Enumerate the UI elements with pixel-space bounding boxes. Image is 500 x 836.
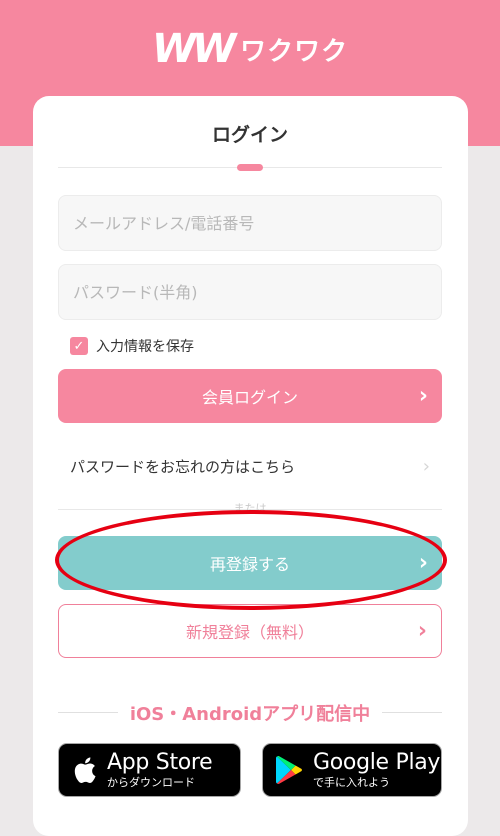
app-store-title: App Store xyxy=(107,750,213,775)
app-download-heading: iOS・Androidアプリ配信中 xyxy=(0,700,500,726)
title-accent-bar xyxy=(237,164,263,171)
check-icon: ✓ xyxy=(73,338,85,354)
app-heading-text: iOS・Androidアプリ配信中 xyxy=(129,704,371,725)
google-play-icon xyxy=(275,755,303,785)
email-field[interactable] xyxy=(58,195,442,251)
login-button[interactable]: 会員ログイン › xyxy=(58,369,442,423)
remember-row[interactable]: ✓ 入力情報を保存 xyxy=(70,335,194,357)
google-play-badge[interactable]: Google Play で手に入れよう xyxy=(262,743,442,797)
chevron-right-icon: › xyxy=(418,383,428,409)
remember-checkbox[interactable]: ✓ xyxy=(70,337,88,355)
heading-line-right xyxy=(382,712,442,713)
apple-icon xyxy=(71,755,97,785)
app-store-subtitle: からダウンロード xyxy=(107,776,195,789)
password-field[interactable] xyxy=(58,264,442,320)
forgot-password-link[interactable]: パスワードをお忘れの方はこちら › xyxy=(58,440,442,492)
google-play-subtitle: で手に入れよう xyxy=(313,776,390,789)
remember-label: 入力情報を保存 xyxy=(96,339,194,355)
reregister-button[interactable]: 再登録する › xyxy=(58,536,442,590)
register-button-label: 新規登録（無料） xyxy=(185,623,314,642)
app-store-badge[interactable]: App Store からダウンロード xyxy=(58,743,241,797)
or-label: または xyxy=(233,502,267,515)
logo-text: ワクワク xyxy=(240,36,349,67)
register-button[interactable]: 新規登録（無料） › xyxy=(58,604,442,658)
logo-mark: WW xyxy=(147,26,237,72)
forgot-password-label: パスワードをお忘れの方はこちら xyxy=(70,457,296,476)
heading-line-left xyxy=(58,712,118,713)
google-play-title: Google Play xyxy=(313,750,441,775)
page-title: ログイン xyxy=(211,124,288,146)
app-logo: WW ワクワク xyxy=(0,26,500,72)
chevron-right-icon: › xyxy=(422,455,430,477)
reregister-button-label: 再登録する xyxy=(209,555,290,574)
chevron-right-icon: › xyxy=(417,618,427,644)
chevron-right-icon: › xyxy=(418,550,428,576)
login-button-label: 会員ログイン xyxy=(201,388,298,407)
